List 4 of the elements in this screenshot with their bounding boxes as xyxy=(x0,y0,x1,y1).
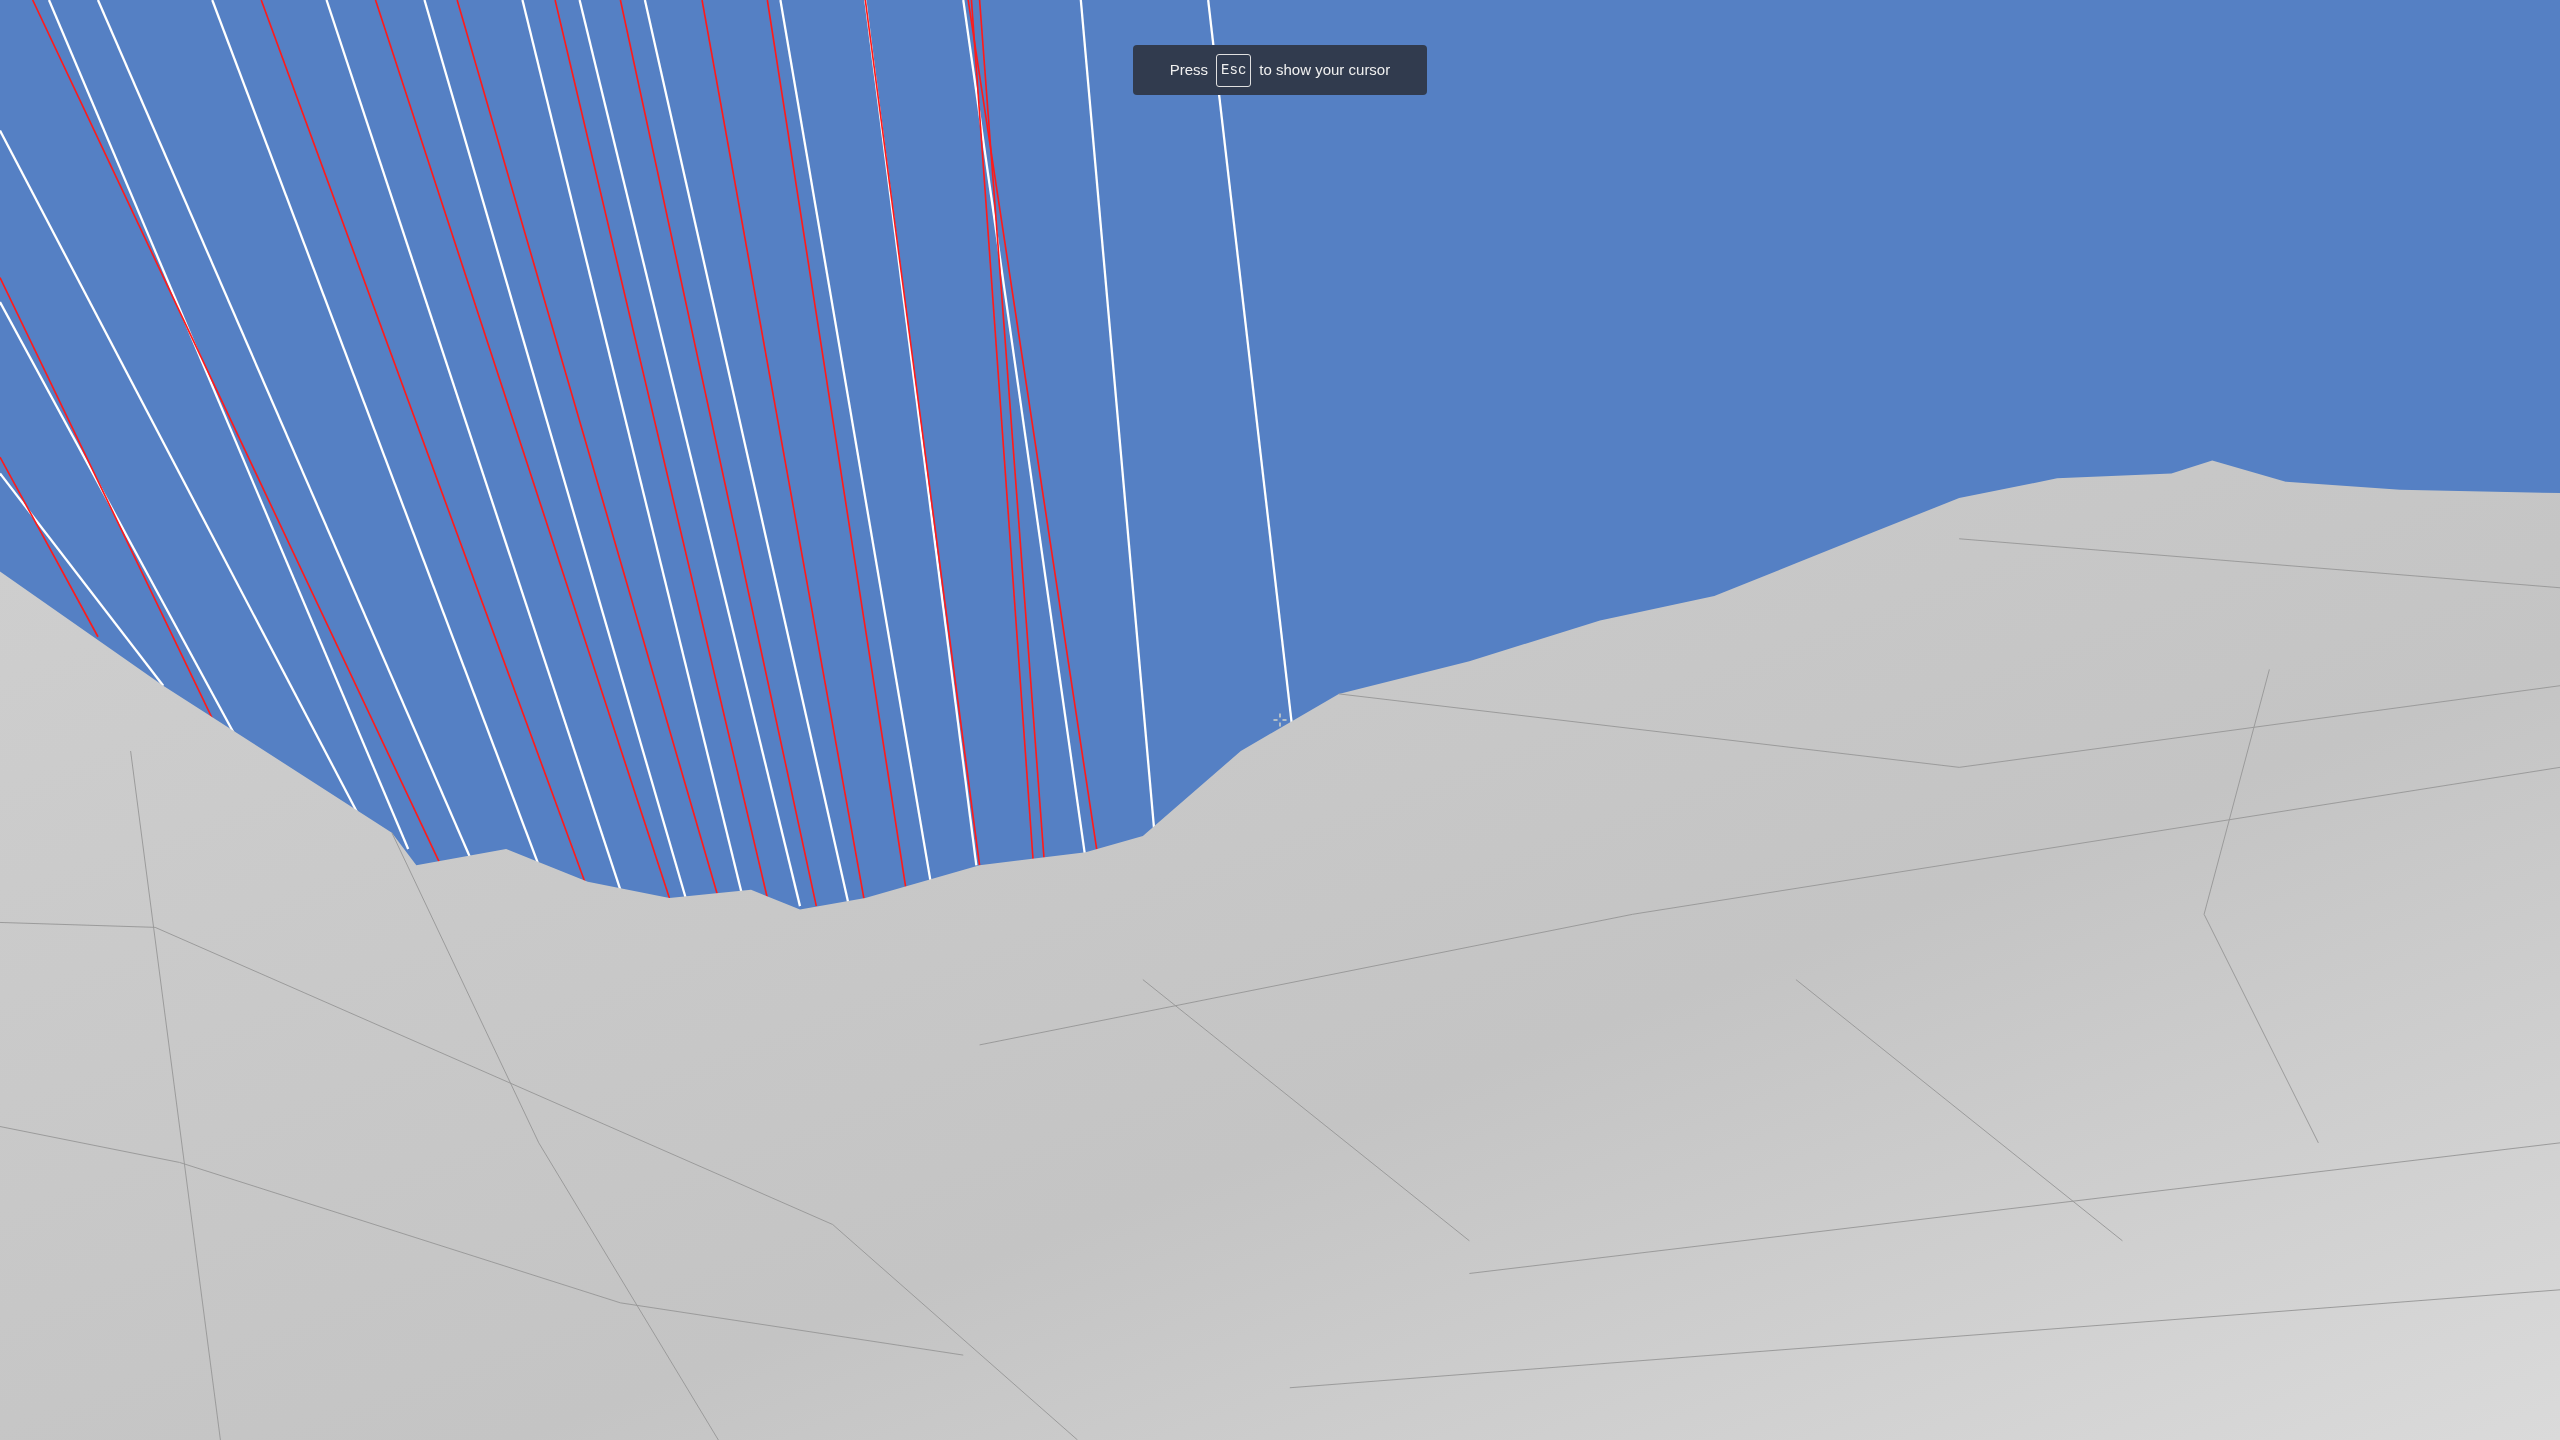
hint-text: Press xyxy=(1169,59,1209,80)
hint-text: to show your cursor xyxy=(1259,59,1391,80)
crosshair-icon xyxy=(1272,712,1288,728)
esc-key: Esc xyxy=(1216,53,1252,87)
